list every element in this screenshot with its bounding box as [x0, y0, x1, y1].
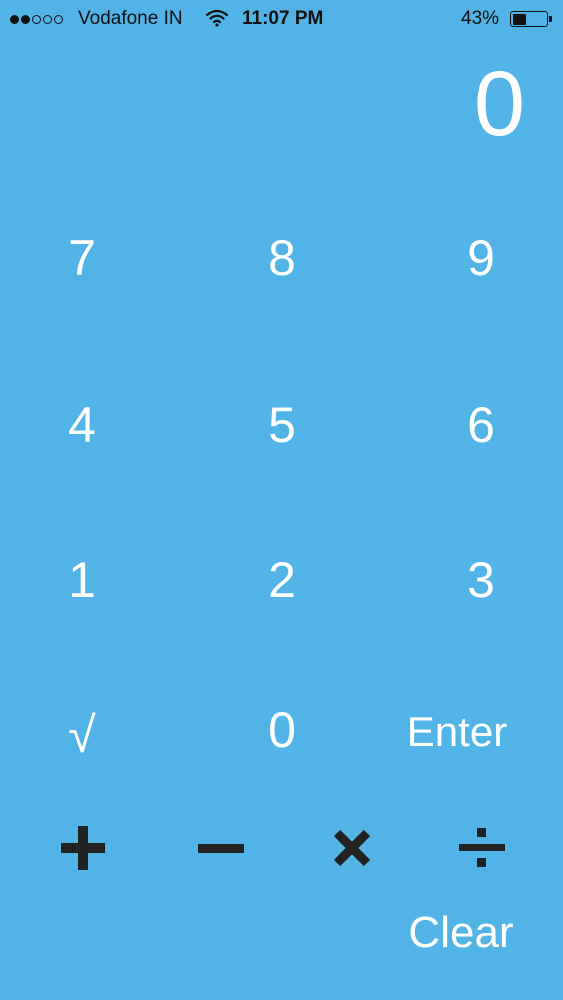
key-9[interactable]: 9: [411, 213, 551, 303]
multiply-icon: [333, 829, 371, 867]
key-6[interactable]: 6: [411, 380, 551, 470]
status-bar: Vodafone IN 11:07 PM 43%: [0, 0, 563, 38]
key-0[interactable]: 0: [212, 685, 352, 775]
status-time: 11:07 PM: [242, 8, 324, 29]
calculator-display: 0: [473, 53, 525, 155]
plus-icon: [61, 826, 105, 870]
enter-button[interactable]: Enter: [387, 687, 527, 777]
wifi-icon: [205, 9, 229, 33]
key-3[interactable]: 3: [411, 535, 551, 625]
add-button[interactable]: [13, 803, 153, 893]
carrier-name: Vodafone IN: [78, 8, 183, 29]
minus-icon: [198, 844, 244, 853]
battery-level-fill: [512, 13, 527, 25]
key-5[interactable]: 5: [212, 380, 352, 470]
clear-button[interactable]: Clear: [391, 888, 531, 978]
battery-icon: [510, 11, 548, 27]
key-2[interactable]: 2: [212, 535, 352, 625]
battery-percentage: 43%: [461, 8, 500, 29]
key-8[interactable]: 8: [212, 213, 352, 303]
signal-strength-icon: [10, 12, 63, 26]
battery-tip: [549, 16, 552, 22]
divide-button[interactable]: [412, 803, 552, 893]
subtract-button[interactable]: [151, 803, 291, 893]
key-1[interactable]: 1: [12, 535, 152, 625]
square-root-button[interactable]: √: [12, 690, 152, 780]
multiply-button[interactable]: [282, 803, 422, 893]
key-4[interactable]: 4: [12, 380, 152, 470]
divide-icon: [459, 828, 505, 867]
key-7[interactable]: 7: [12, 213, 152, 303]
